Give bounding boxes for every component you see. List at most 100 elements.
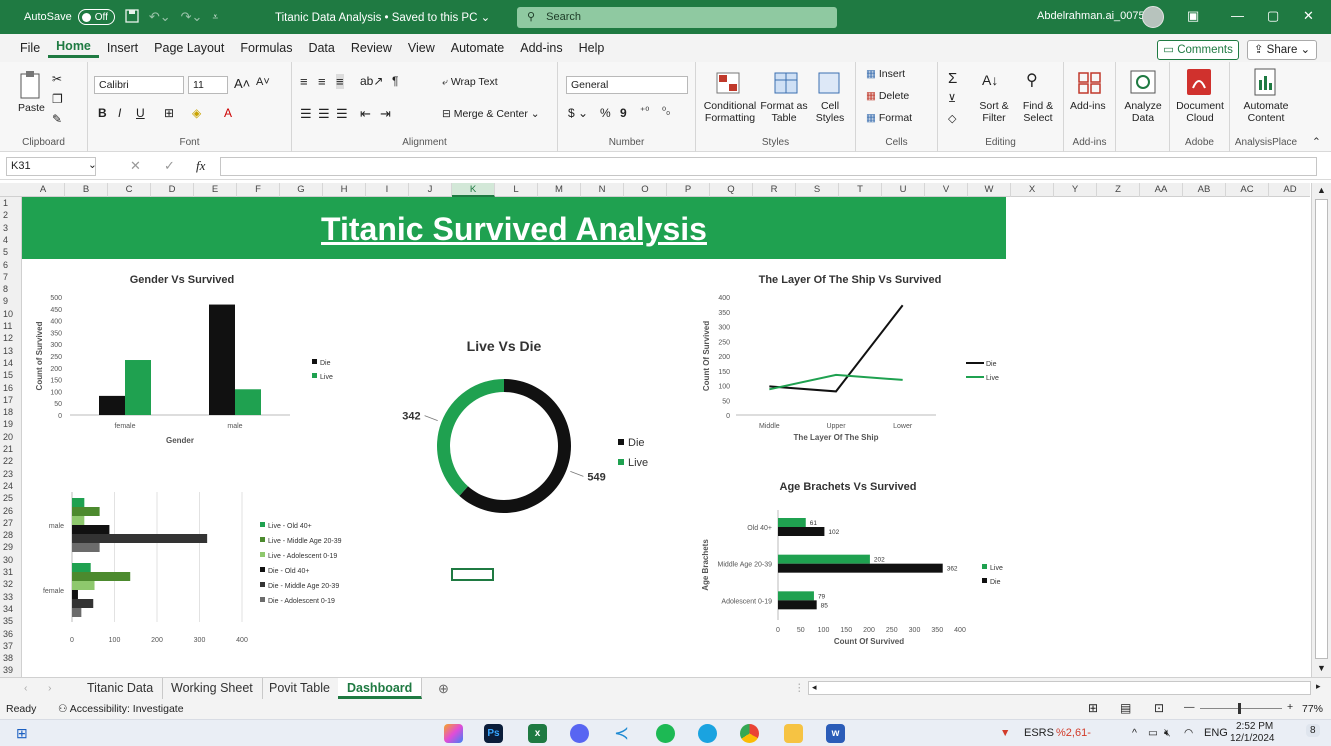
row-header-26[interactable]: 26: [0, 505, 22, 517]
row-header-21[interactable]: 21: [0, 443, 22, 455]
menu-help[interactable]: Help: [571, 41, 613, 55]
column-header-q[interactable]: Q: [710, 183, 753, 197]
row-header-28[interactable]: 28: [0, 529, 22, 541]
menu-add-ins[interactable]: Add-ins: [512, 41, 570, 55]
automate-content-label[interactable]: Automate Content: [1236, 100, 1296, 124]
merge-center-button[interactable]: ⊟ Merge & Center ⌄: [442, 108, 540, 120]
column-header-y[interactable]: Y: [1054, 183, 1097, 197]
column-header-t[interactable]: T: [839, 183, 882, 197]
row-header-23[interactable]: 23: [0, 468, 22, 480]
row-header-2[interactable]: 2: [0, 209, 22, 221]
underline-icon[interactable]: U: [136, 106, 145, 120]
column-header-aa[interactable]: AA: [1140, 183, 1183, 197]
align-bottom-icon[interactable]: ≡: [336, 74, 344, 89]
scroll-right-icon[interactable]: ▸: [1316, 681, 1321, 692]
copy-icon[interactable]: ❐: [52, 92, 63, 106]
menu-automate[interactable]: Automate: [443, 41, 513, 55]
insert-function-icon[interactable]: fx: [196, 158, 205, 174]
decrease-decimal-icon[interactable]: ⁰₀: [662, 106, 670, 117]
column-header-l[interactable]: L: [495, 183, 538, 197]
row-header-36[interactable]: 36: [0, 628, 22, 640]
delete-cells-button[interactable]: ▦ Delete: [866, 90, 909, 102]
row-header-30[interactable]: 30: [0, 554, 22, 566]
zoom-level[interactable]: 77%: [1302, 703, 1323, 715]
align-middle-icon[interactable]: ≡: [318, 74, 326, 89]
format-table-icon[interactable]: [774, 72, 798, 94]
scroll-thumb[interactable]: [1315, 199, 1328, 659]
row-header-22[interactable]: 22: [0, 455, 22, 467]
conditional-formatting-icon[interactable]: [716, 72, 740, 94]
add-ins-icon[interactable]: [1078, 72, 1102, 94]
vscode-icon[interactable]: ≺: [612, 724, 631, 743]
battery-icon[interactable]: ▭: [1148, 727, 1158, 739]
menu-page-layout[interactable]: Page Layout: [146, 41, 232, 55]
scroll-up-icon[interactable]: ▲: [1317, 185, 1326, 195]
acrobat-icon[interactable]: [1186, 68, 1212, 96]
row-header-32[interactable]: 32: [0, 578, 22, 590]
percent-icon[interactable]: %: [600, 106, 611, 120]
comma-icon[interactable]: 9: [620, 106, 627, 120]
row-header-17[interactable]: 17: [0, 394, 22, 406]
row-header-14[interactable]: 14: [0, 357, 22, 369]
discord-icon[interactable]: [570, 724, 589, 743]
stock-ticker[interactable]: ESRS: [1024, 727, 1054, 739]
fill-icon[interactable]: ⊻: [948, 92, 956, 105]
restore-icon[interactable]: ▢: [1267, 8, 1279, 24]
align-top-icon[interactable]: ≡: [300, 74, 308, 89]
rtl-icon[interactable]: ¶: [392, 74, 398, 88]
volume-icon[interactable]: 🔇︎: [1164, 727, 1171, 740]
copilot-icon[interactable]: [444, 724, 463, 743]
column-header-s[interactable]: S: [796, 183, 839, 197]
layer-chart[interactable]: The Layer Of The Ship Vs Survived 0 50 100 1…: [700, 265, 1020, 450]
decrease-indent-icon[interactable]: ⇤: [360, 106, 371, 122]
column-header-k[interactable]: K: [452, 183, 495, 197]
font-name-select[interactable]: Calibri: [94, 76, 184, 94]
row-header-10[interactable]: 10: [0, 308, 22, 320]
align-left-icon[interactable]: ☰: [300, 106, 312, 122]
column-header-ac[interactable]: AC: [1226, 183, 1269, 197]
clock-date[interactable]: 12/1/2024: [1230, 733, 1275, 744]
age-gender-chart[interactable]: 0 100 200 300 400 male female Live - Old 40+ Liv…: [32, 480, 382, 650]
tab-working-sheet[interactable]: Working Sheet: [162, 678, 263, 699]
page-break-view-icon[interactable]: ⊡: [1154, 701, 1164, 715]
menu-formulas[interactable]: Formulas: [232, 41, 300, 55]
file-explorer-icon[interactable]: [784, 724, 803, 743]
tab-povit-table[interactable]: Povit Table: [260, 678, 340, 699]
word-icon[interactable]: w: [826, 724, 845, 743]
number-format-select[interactable]: General: [566, 76, 688, 94]
align-right-icon[interactable]: ☰: [336, 106, 348, 122]
customize-qat-icon[interactable]: ⩡: [212, 12, 218, 23]
tab-dashboard[interactable]: Dashboard: [338, 678, 423, 699]
row-header-12[interactable]: 12: [0, 332, 22, 344]
scroll-left-icon[interactable]: ◂: [812, 682, 817, 693]
fill-color-icon[interactable]: ◈: [192, 106, 201, 120]
row-header-29[interactable]: 29: [0, 541, 22, 553]
zoom-in-icon[interactable]: +: [1287, 701, 1293, 713]
row-header-7[interactable]: 7: [0, 271, 22, 283]
analyze-data-label[interactable]: Analyze Data: [1120, 100, 1166, 124]
paste-label[interactable]: Paste: [18, 102, 45, 114]
column-header-h[interactable]: H: [323, 183, 366, 197]
bold-icon[interactable]: B: [98, 106, 107, 120]
cell-styles-icon[interactable]: [818, 72, 840, 94]
menu-view[interactable]: View: [400, 41, 443, 55]
format-painter-icon[interactable]: ✎: [52, 112, 62, 126]
chrome-icon[interactable]: [740, 724, 759, 743]
row-header-18[interactable]: 18: [0, 406, 22, 418]
currency-icon[interactable]: $ ⌄: [568, 106, 588, 120]
cell-styles-label[interactable]: Cell Styles: [812, 100, 848, 124]
search-box[interactable]: ⚲ Search: [517, 7, 837, 28]
automate-content-icon[interactable]: [1254, 68, 1276, 96]
row-header-20[interactable]: 20: [0, 431, 22, 443]
increase-font-icon[interactable]: A˄: [234, 76, 250, 91]
row-header-8[interactable]: 8: [0, 283, 22, 295]
column-header-u[interactable]: U: [882, 183, 925, 197]
column-header-w[interactable]: W: [968, 183, 1011, 197]
orientation-icon[interactable]: ab↗: [360, 74, 383, 88]
row-header-24[interactable]: 24: [0, 480, 22, 492]
column-header-r[interactable]: R: [753, 183, 796, 197]
menu-data[interactable]: Data: [300, 41, 342, 55]
row-header-5[interactable]: 5: [0, 246, 22, 258]
zoom-slider[interactable]: [1200, 703, 1282, 714]
notification-badge[interactable]: 8: [1306, 724, 1320, 737]
